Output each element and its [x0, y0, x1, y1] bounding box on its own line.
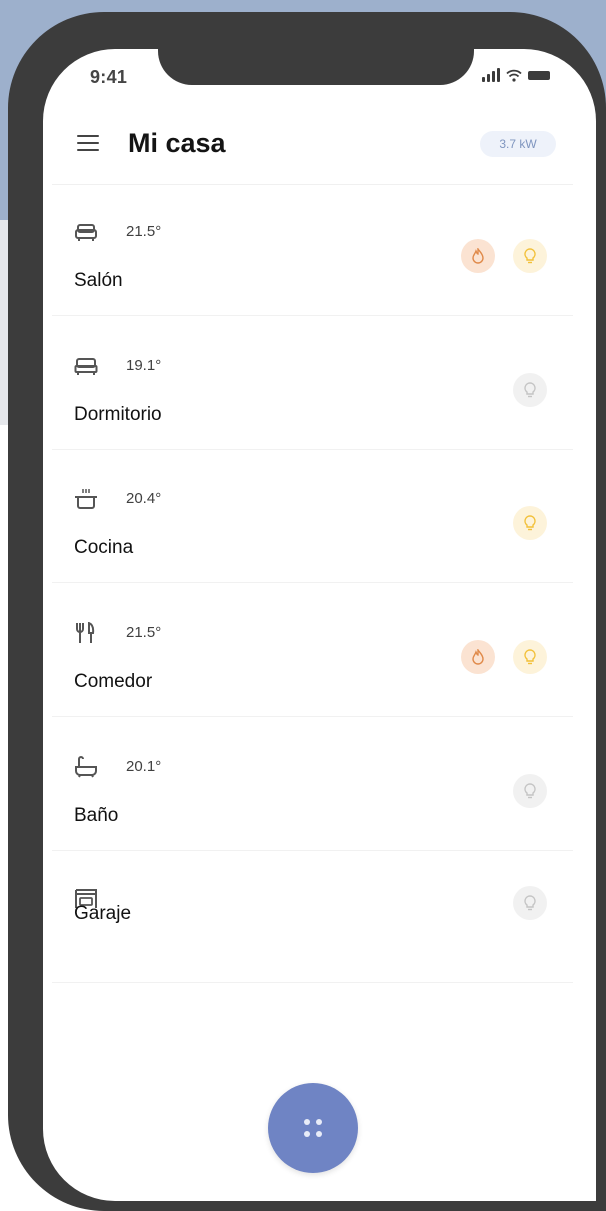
room-temperature: 20.1° — [126, 758, 162, 775]
lightbulb-icon[interactable] — [513, 774, 547, 808]
notch — [158, 37, 474, 85]
cooking-pot-icon — [74, 488, 98, 510]
room-temperature: 21.5° — [126, 223, 162, 240]
room-card[interactable]: 21.5° Comedor — [52, 590, 573, 717]
app-header: Mi casa 3.7 kW — [52, 104, 573, 185]
room-name: Cocina — [74, 537, 134, 558]
room-temperature: 19.1° — [126, 357, 162, 374]
room-temperature: 20.4° — [126, 490, 162, 507]
room-card[interactable]: Garaje — [52, 856, 573, 983]
grid-dots-icon — [304, 1119, 310, 1125]
room-name: Comedor — [74, 671, 153, 692]
room-name: Garaje — [74, 903, 132, 924]
fab-button[interactable] — [268, 1083, 358, 1173]
heating-flame-icon[interactable] — [461, 640, 495, 674]
room-card[interactable]: 19.1° Dormitorio — [52, 323, 573, 450]
lightbulb-icon[interactable] — [513, 373, 547, 407]
lightbulb-icon[interactable] — [513, 640, 547, 674]
room-temperature: 21.5° — [126, 624, 162, 641]
power-badge: 3.7 kW — [480, 131, 556, 157]
bed-icon — [74, 355, 98, 377]
room-name: Salón — [74, 270, 123, 291]
sofa-icon — [74, 221, 98, 243]
menu-icon[interactable] — [77, 135, 99, 151]
bathtub-icon — [74, 756, 98, 778]
battery-icon — [528, 70, 550, 80]
wifi-icon — [506, 69, 522, 82]
lightbulb-icon[interactable] — [513, 506, 547, 540]
room-card[interactable]: 20.1° Baño — [52, 724, 573, 851]
room-name: Baño — [74, 805, 119, 826]
page-title: Mi casa — [128, 128, 226, 158]
signal-icon — [482, 68, 500, 82]
lightbulb-icon[interactable] — [513, 886, 547, 920]
room-card[interactable]: 20.4° Cocina — [52, 456, 573, 583]
room-name: Dormitorio — [74, 404, 162, 425]
lightbulb-icon[interactable] — [513, 239, 547, 273]
status-icons — [482, 68, 550, 82]
cutlery-icon — [74, 621, 98, 644]
heating-flame-icon[interactable] — [461, 239, 495, 273]
room-card[interactable]: 21.5° Salón — [52, 189, 573, 316]
status-time: 9:41 — [90, 67, 128, 87]
